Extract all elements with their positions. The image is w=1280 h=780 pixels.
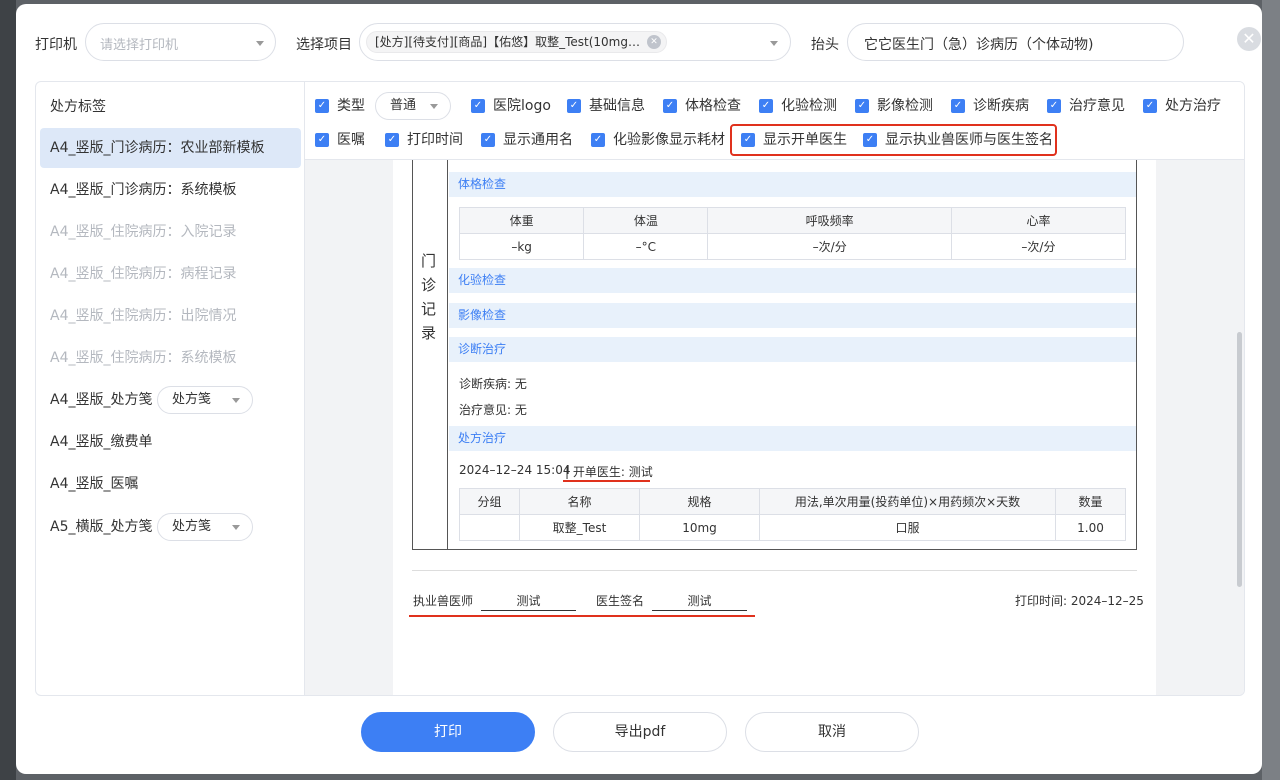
check-icon: ✓ [385, 133, 399, 147]
background-right-bar [1262, 0, 1280, 780]
sign-value: 测试 [652, 592, 747, 611]
check-icon: ✓ [315, 99, 329, 113]
option-checkbox[interactable]: ✓ 化验检测 [759, 95, 837, 117]
chevron-down-icon [430, 104, 438, 109]
option-checkbox[interactable]: ✓ 化验影像显示耗材 [591, 129, 725, 151]
project-label: 选择项目 [296, 37, 352, 53]
print-options: ✓ 类型 普通 ✓ 医院logo ✓ 基础信息 ✓ 体格检查 ✓ 化验检测 ✓ 影像检测 ✓… [305, 82, 1244, 160]
rx-format-select[interactable]: 处方笺 [157, 386, 253, 414]
chevron-down-icon [256, 41, 264, 46]
check-icon: ✓ [663, 99, 677, 113]
type-value: 普通 [390, 98, 417, 113]
sidebar-item-template[interactable]: A4_竖版_医嘱 [40, 464, 301, 504]
rx-doctor: | 开单医生: 测试 [565, 465, 653, 479]
vet-value: 测试 [481, 592, 576, 611]
scrollbar[interactable] [1237, 332, 1242, 587]
sidebar-item-template[interactable]: A4_竖版_住院病历：入院记录 [40, 212, 301, 252]
sidebar-item-template[interactable]: A4_竖版_门诊病历：系统模板 [40, 170, 301, 210]
vertical-label: 门 诊 记 录 [413, 160, 448, 549]
vitals-table: 体重 体温 呼吸频率 心率 –kg –°C –次/分 –次/分 [458, 207, 1127, 260]
rx-format-value: 处方笺 [172, 392, 212, 407]
outpatient-record-box: 门 诊 记 录 体格检查 体重 体温 呼吸频率 心率 –kg –°C –次/分 –次/分 化… [412, 160, 1137, 550]
heading-input[interactable]: 它它医生门（急）诊病历（个体动物) [847, 23, 1184, 61]
type-checkbox[interactable]: ✓ 类型 [315, 95, 365, 117]
check-icon: ✓ [759, 99, 773, 113]
print-button[interactable]: 打印 [361, 712, 535, 752]
divider [412, 570, 1137, 571]
main-panel: 处方标签 A4_竖版_门诊病历：农业部新模板 A4_竖版_门诊病历：系统模板 A… [35, 81, 1245, 696]
diagnosis-line: 诊断疾病: 无 [459, 377, 527, 391]
check-icon: ✓ [591, 133, 605, 147]
check-icon: ✓ [471, 99, 485, 113]
sidebar-item-template[interactable]: A4_竖版_缴费单 [40, 422, 301, 462]
highlight-underline [409, 615, 755, 617]
cancel-button[interactable]: 取消 [745, 712, 919, 752]
chevron-down-icon [232, 525, 240, 530]
section-rx: 处方治疗 [449, 426, 1136, 451]
sign-label: 医生签名 [596, 594, 645, 608]
option-checkbox[interactable]: ✓ 治疗意见 [1047, 95, 1125, 117]
preview-area: ✓ 类型 普通 ✓ 医院logo ✓ 基础信息 ✓ 体格检查 ✓ 化验检测 ✓ 影像检测 ✓… [305, 82, 1244, 695]
check-icon: ✓ [481, 133, 495, 147]
close-icon[interactable]: ✕ [1237, 27, 1261, 51]
rx-datetime: 2024–12–24 15:04 [459, 463, 571, 477]
sidebar-item-template[interactable]: A4_竖版_住院病历：系统模板 [40, 338, 301, 378]
section-physical: 体格检查 [449, 172, 1136, 197]
template-sidebar: 处方标签 A4_竖版_门诊病历：农业部新模板 A4_竖版_门诊病历：系统模板 A… [36, 82, 305, 695]
check-icon: ✓ [951, 99, 965, 113]
section-lab: 化验检查 [449, 268, 1136, 293]
option-checkbox[interactable]: ✓ 体格检查 [663, 95, 741, 117]
print-time: 打印时间: 2024–12–25 [1015, 594, 1144, 608]
check-icon: ✓ [315, 133, 329, 147]
option-checkbox[interactable]: ✓ 医院logo [471, 95, 551, 117]
export-pdf-button[interactable]: 导出pdf [553, 712, 727, 752]
printer-placeholder: 请选择打印机 [100, 38, 179, 53]
tag-close-icon[interactable]: ✕ [646, 35, 661, 49]
sidebar-item-template[interactable]: A4_竖版_住院病历：病程记录 [40, 254, 301, 294]
heading-value: 它它医生门（急）诊病历（个体动物) [864, 37, 1094, 53]
type-select[interactable]: 普通 [375, 92, 451, 120]
chevron-down-icon [770, 41, 778, 46]
option-checkbox[interactable]: ✓ 影像检测 [855, 95, 933, 117]
project-tag[interactable]: [处方][待支付][商品]【佑悠】取整_Test(10mg… ✕ [366, 31, 667, 53]
option-checkbox[interactable]: ✓ 基础信息 [567, 95, 645, 117]
check-icon: ✓ [1143, 99, 1157, 113]
rx-table: 分组 名称 规格 用法,单次用量(投药单位)×用药频次×天数 数量 取整_Test 10m… [459, 488, 1126, 541]
option-checkbox[interactable]: ✓ 医嘱 [315, 129, 365, 151]
printer-label: 打印机 [35, 37, 77, 53]
project-tag-label: [处方][待支付][商品]【佑悠】取整_Test(10mg… [375, 35, 640, 49]
sidebar-title: 处方标签 [50, 99, 106, 115]
check-icon: ✓ [1047, 99, 1061, 113]
background-left-bar [0, 0, 16, 780]
treatment-line: 治疗意见: 无 [459, 403, 527, 417]
section-diagnosis: 诊断治疗 [449, 337, 1136, 362]
check-icon: ✓ [567, 99, 581, 113]
print-preview-page: 门 诊 记 录 体格检查 体重 体温 呼吸频率 心率 –kg –°C –次/分 –次/分 化… [393, 160, 1156, 695]
option-checkbox[interactable]: ✓ 显示通用名 [481, 129, 573, 151]
option-checkbox[interactable]: ✓ 打印时间 [385, 129, 463, 151]
sidebar-item-label: A4_竖版_处方笺 [50, 392, 153, 408]
option-checkbox[interactable]: ✓ 处方治疗 [1143, 95, 1221, 117]
sidebar-item-template[interactable]: A4_竖版_住院病历：出院情况 [40, 296, 301, 336]
heading-label: 抬头 [811, 37, 839, 53]
sidebar-item-label: A5_横版_处方笺 [50, 519, 153, 535]
rx-format-select[interactable]: 处方笺 [157, 513, 253, 541]
vet-label: 执业兽医师 [413, 594, 474, 608]
sidebar-item-template[interactable]: A4_竖版_门诊病历：农业部新模板 [40, 128, 301, 168]
highlight-underline [563, 480, 650, 482]
highlight-box [730, 124, 1057, 156]
project-select[interactable]: [处方][待支付][商品]【佑悠】取整_Test(10mg… ✕ [359, 23, 791, 61]
rx-format-value: 处方笺 [172, 519, 212, 534]
option-checkbox[interactable]: ✓ 诊断疾病 [951, 95, 1029, 117]
chevron-down-icon [232, 398, 240, 403]
check-icon: ✓ [855, 99, 869, 113]
section-imaging: 影像检查 [449, 303, 1136, 328]
printer-select[interactable]: 请选择打印机 [85, 23, 276, 61]
